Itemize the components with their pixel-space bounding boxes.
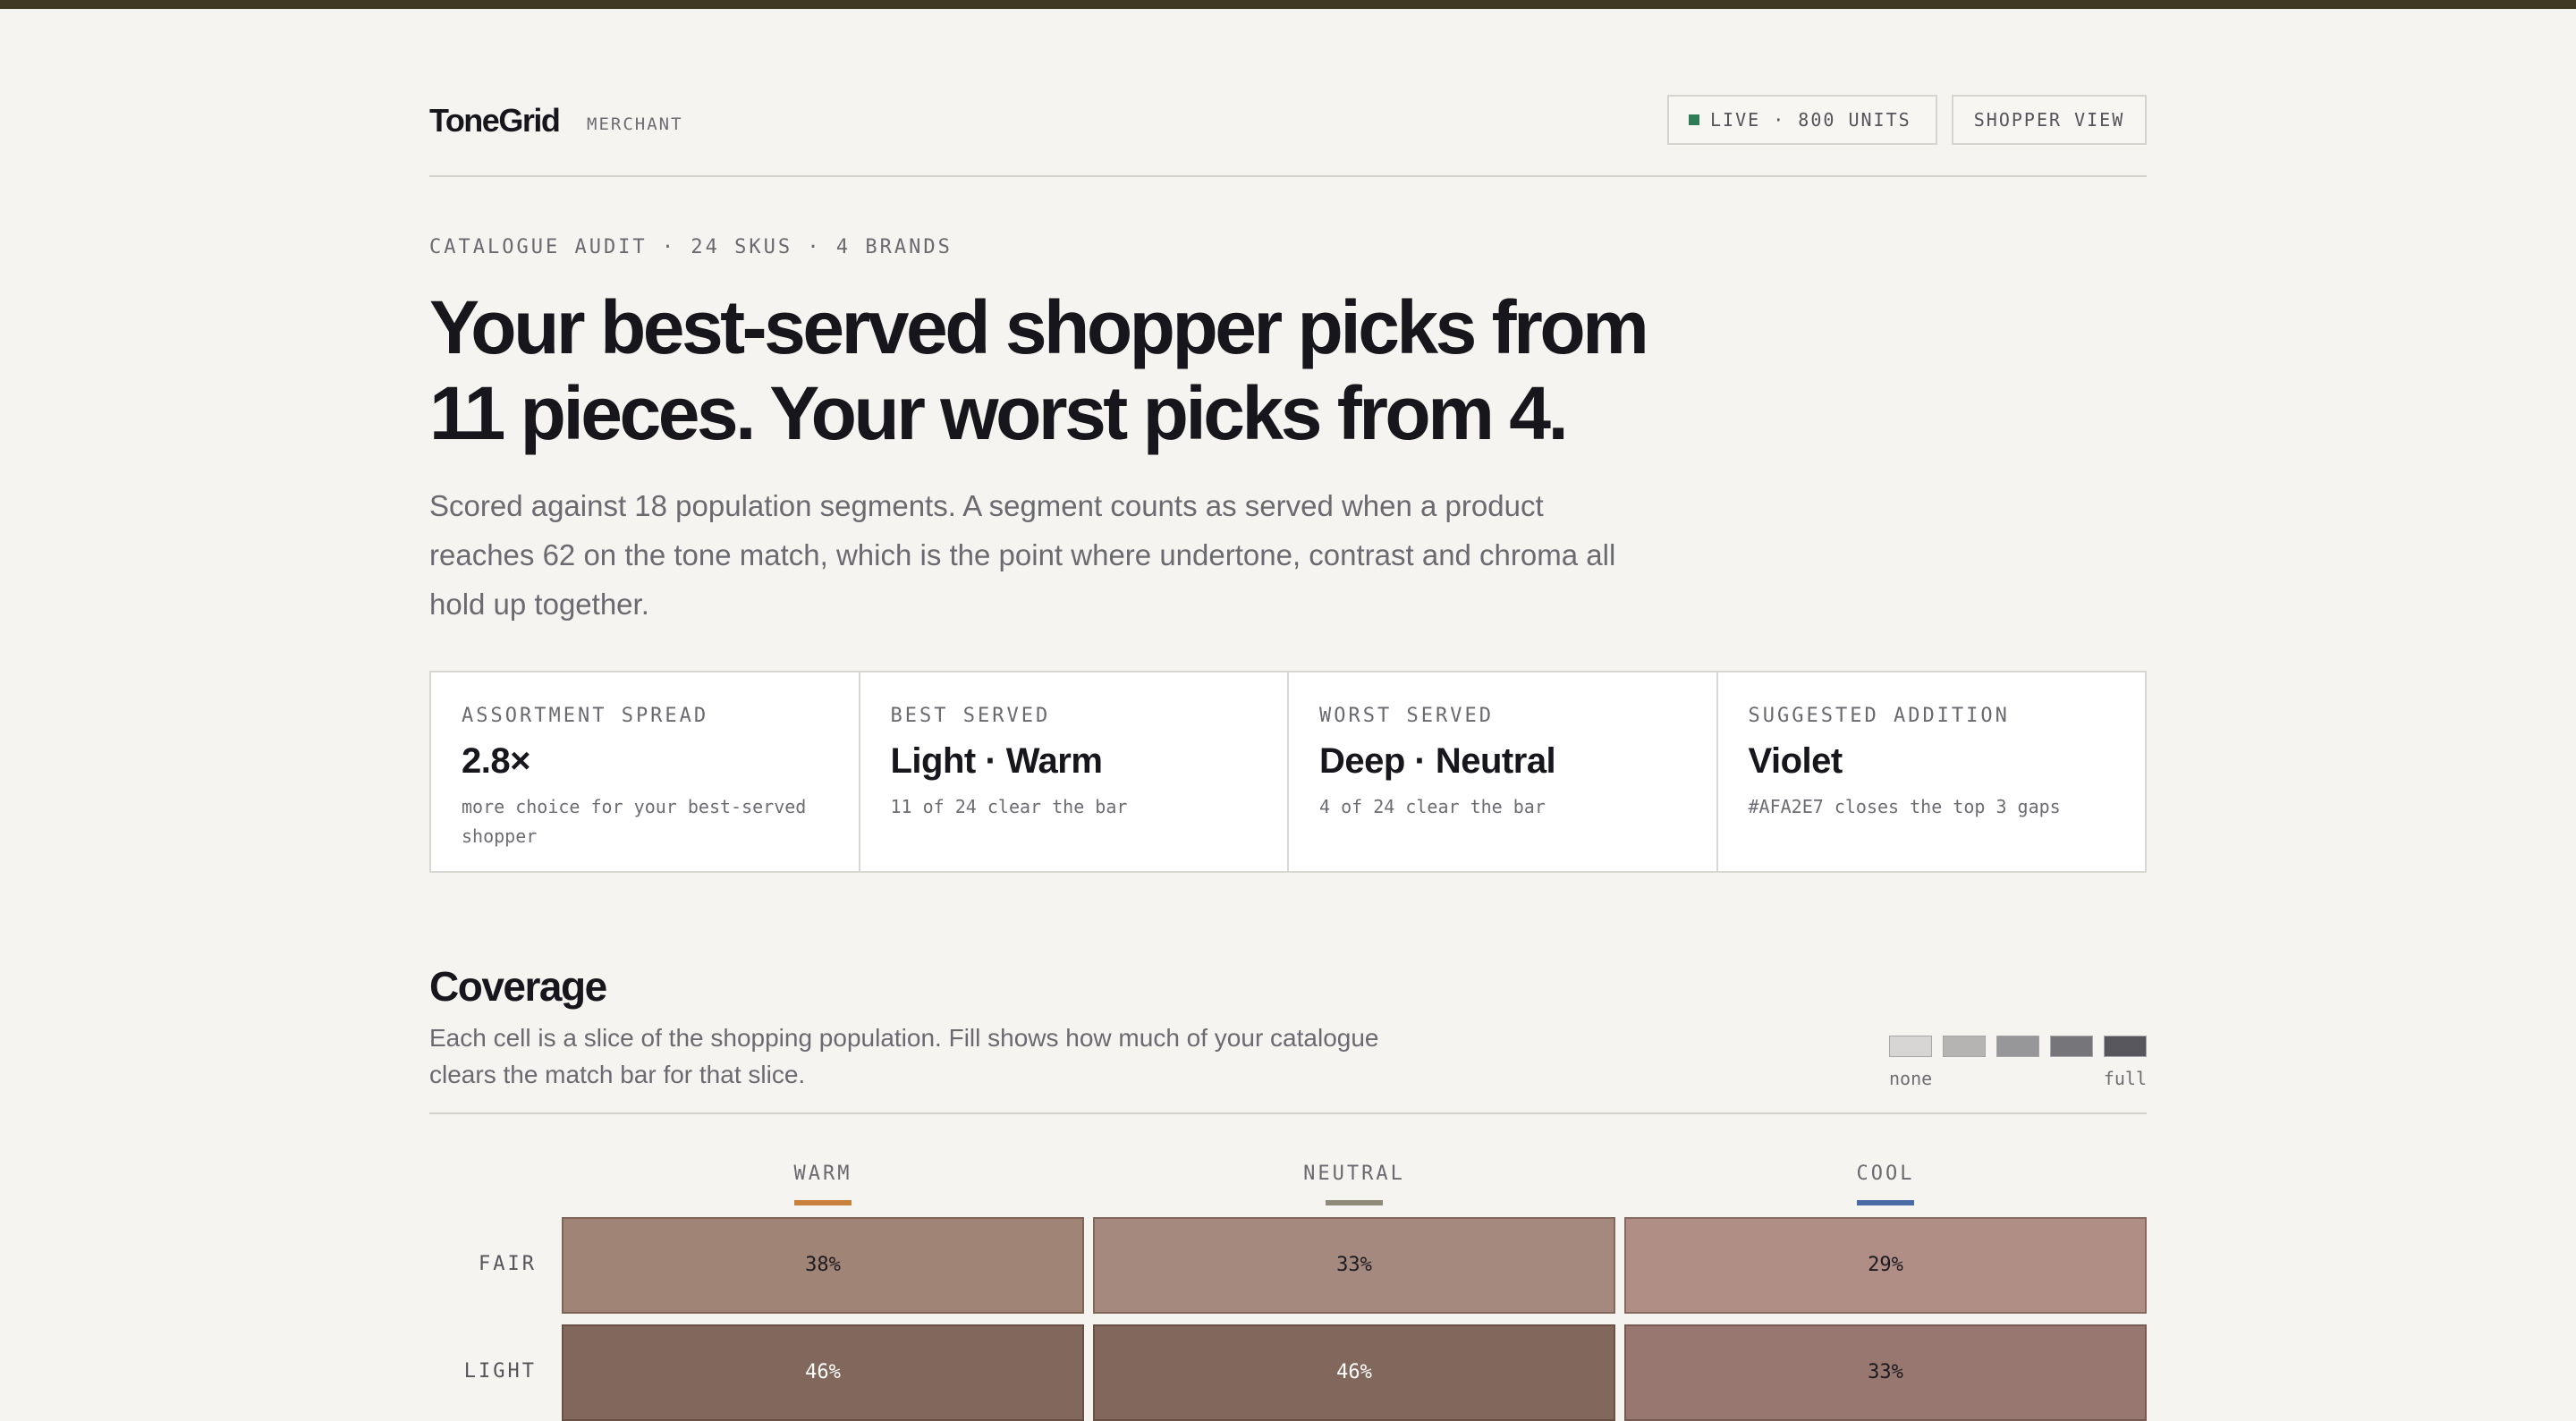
page-lede: Scored against 18 population segments. A…	[429, 489, 1616, 621]
stat-subtext: #AFA2E7 closes the top 3 gaps	[1748, 796, 2061, 817]
stat-subtext: 11 of 24 clear the bar	[890, 796, 1128, 817]
page-headline: Your best-served shopper picks from 11 p…	[429, 284, 1825, 456]
stat-value: Violet	[1748, 741, 1843, 781]
stat-label: WORST SERVED	[1319, 705, 1494, 727]
stat-subtext: 4 of 24 clear the bar	[1319, 796, 1546, 817]
stat-label: SUGGESTED ADDITION	[1748, 705, 2010, 727]
live-status-button[interactable]: LIVE · 800 UNITS	[1667, 95, 1937, 145]
legend-swatch-5	[2104, 1036, 2147, 1057]
stat-worst-served: WORST SERVED Deep · Neutral 4 of 24 clea…	[1287, 672, 1716, 871]
legend-swatch-1	[1889, 1036, 1932, 1057]
column-color-bar	[1857, 1200, 1914, 1205]
column-color-bar	[1326, 1200, 1383, 1205]
column-header-cool: COOL	[1856, 1163, 1915, 1185]
legend-swatch-4	[2050, 1036, 2093, 1057]
role-label: MERCHANT	[587, 114, 683, 134]
live-indicator-icon	[1689, 114, 1699, 125]
brand-logo[interactable]: ToneGrid	[429, 102, 561, 140]
coverage-description: Each cell is a slice of the shopping pop…	[429, 1024, 1379, 1088]
row-label-light: LIGHT	[463, 1360, 537, 1383]
column-header-neutral: NEUTRAL	[1303, 1163, 1405, 1185]
coverage-legend: none full	[1889, 1036, 2147, 1089]
legend-low-label: none	[1889, 1068, 1933, 1089]
stat-label: ASSORTMENT SPREAD	[462, 705, 709, 727]
stats-panel: ASSORTMENT SPREAD 2.8× more choice for y…	[429, 671, 2147, 873]
shopper-view-button[interactable]: SHOPPER VIEW	[1952, 95, 2147, 145]
coverage-cell[interactable]: 33%	[1624, 1324, 2147, 1421]
stat-value: Deep · Neutral	[1319, 741, 1556, 781]
live-status-label: LIVE · 800 UNITS	[1710, 109, 1911, 131]
coverage-title: Coverage	[429, 963, 607, 1010]
row-label-fair: FAIR	[479, 1253, 537, 1275]
legend-swatch-2	[1943, 1036, 1986, 1057]
top-accent-bar	[0, 0, 2576, 9]
stat-suggested-addition: SUGGESTED ADDITION Violet #AFA2E7 closes…	[1716, 672, 2146, 871]
legend-swatch-3	[1996, 1036, 2039, 1057]
stat-subtext: more choice for your best-served shopper	[462, 796, 807, 847]
stat-best-served: BEST SERVED Light · Warm 11 of 24 clear …	[858, 672, 1288, 871]
stat-value: 2.8×	[462, 741, 530, 781]
column-header-warm: WARM	[793, 1163, 852, 1185]
coverage-cell[interactable]: 38%	[562, 1217, 1084, 1314]
column-color-bar	[794, 1200, 852, 1205]
coverage-cell[interactable]: 33%	[1093, 1217, 1615, 1314]
headline-line-1: Your best-served shopper picks from	[429, 285, 1649, 369]
app-header: ToneGrid MERCHANT LIVE · 800 UNITS SHOPP…	[429, 95, 2147, 177]
stat-assortment-spread: ASSORTMENT SPREAD 2.8× more choice for y…	[431, 672, 859, 871]
audit-eyebrow: CATALOGUE AUDIT · 24 SKUS · 4 BRANDS	[429, 236, 953, 258]
stat-label: BEST SERVED	[890, 705, 1051, 727]
stat-value: Light · Warm	[890, 741, 1103, 781]
coverage-cell[interactable]: 29%	[1624, 1217, 2147, 1314]
coverage-divider	[429, 1112, 2147, 1114]
legend-high-label: full	[2103, 1068, 2147, 1089]
coverage-cell[interactable]: 46%	[1093, 1324, 1615, 1421]
coverage-cell[interactable]: 46%	[562, 1324, 1084, 1421]
headline-line-2: 11 pieces. Your worst picks from 4.	[429, 371, 1569, 455]
